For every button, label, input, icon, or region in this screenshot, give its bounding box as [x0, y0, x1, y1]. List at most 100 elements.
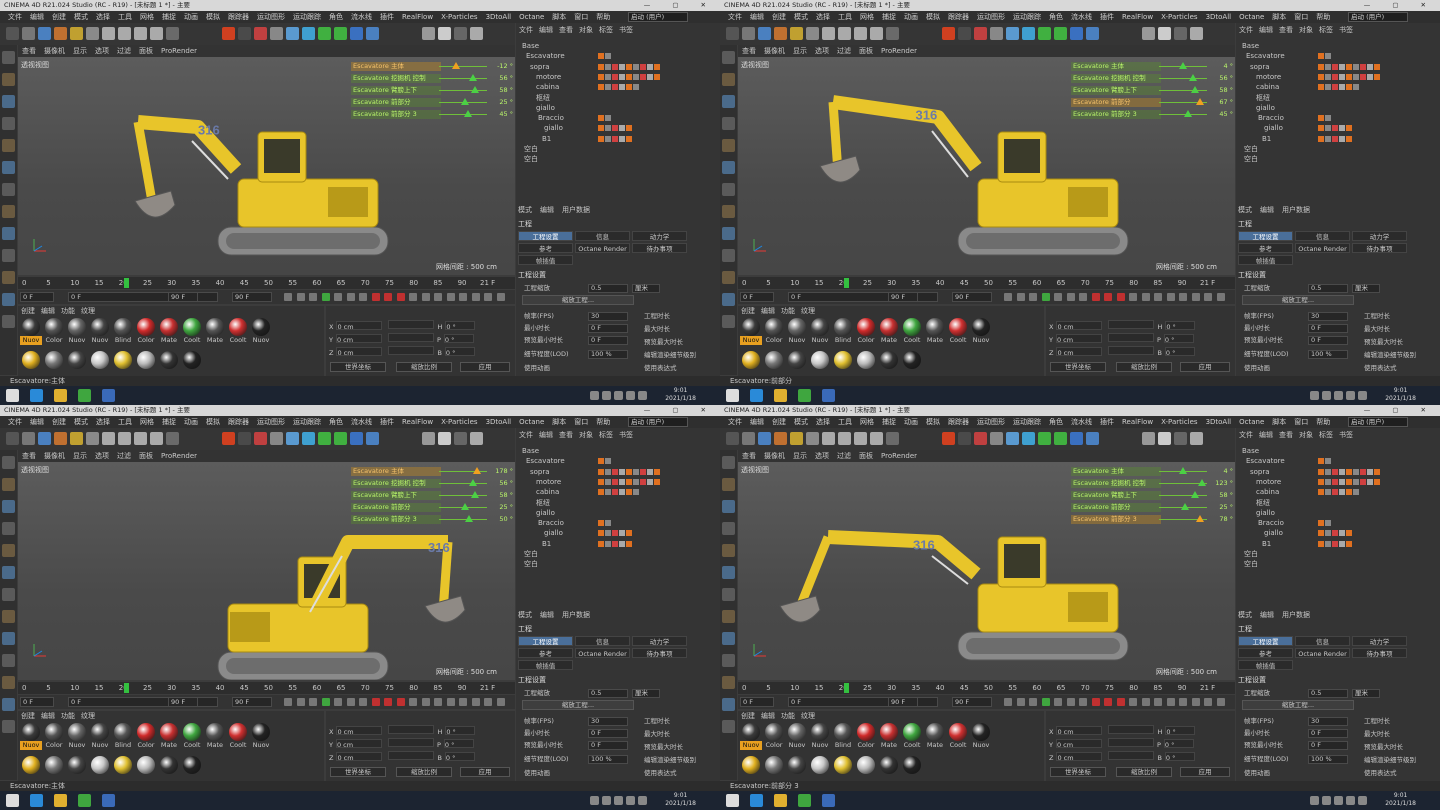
tag-icon[interactable]: [1318, 63, 1324, 70]
tag-icon[interactable]: [1332, 530, 1338, 537]
tag-icon[interactable]: [1325, 489, 1331, 496]
tag-icon[interactable]: [654, 63, 660, 70]
timeline-icon[interactable]: [409, 698, 417, 706]
axis-mode-icon[interactable]: [2, 588, 15, 601]
tag-icon[interactable]: [1318, 530, 1324, 537]
tag-icon[interactable]: [1325, 63, 1331, 70]
timeline-playhead[interactable]: [124, 278, 129, 288]
menu-item[interactable]: 文件: [8, 13, 22, 21]
frame-field[interactable]: 0 F: [20, 697, 54, 707]
menu-item[interactable]: 创建: [772, 418, 786, 426]
coord-size-field[interactable]: [1108, 320, 1155, 329]
coord-size-field[interactable]: [1107, 333, 1154, 342]
sculpt-icon[interactable]: [2, 315, 15, 328]
tag-icon[interactable]: [619, 125, 625, 132]
autokey-icon[interactable]: [384, 293, 392, 301]
attribute-menu-item[interactable]: 用户数据: [562, 611, 590, 619]
rotate-icon[interactable]: [806, 27, 819, 40]
attribute-field[interactable]: 厘米: [632, 283, 660, 293]
system-tray-icon[interactable]: [590, 796, 599, 805]
viewport-menu-item[interactable]: 选项: [95, 47, 109, 55]
menu-item[interactable]: 流水线: [351, 418, 372, 426]
rot-field[interactable]: 0 °: [1164, 752, 1195, 762]
scene-icon[interactable]: [1174, 27, 1187, 40]
attribute-menu-item[interactable]: 模式: [1238, 611, 1252, 619]
attribute-field[interactable]: 100 %: [588, 754, 628, 764]
menu-item[interactable]: 插件: [1100, 418, 1114, 426]
tag-icon[interactable]: [1367, 468, 1373, 475]
viewport-menu-item[interactable]: 查看: [22, 452, 36, 460]
x-axis-icon[interactable]: [822, 27, 835, 40]
material-menu-item[interactable]: 功能: [781, 712, 795, 720]
tag-icon[interactable]: [619, 478, 625, 485]
tag-icon[interactable]: [1325, 135, 1331, 142]
material-swatch[interactable]: Blind: [832, 318, 854, 345]
file-explorer-icon[interactable]: [774, 794, 787, 807]
tag-icon[interactable]: [619, 63, 625, 70]
attribute-menu-item[interactable]: 模式: [518, 206, 532, 214]
menu-item[interactable]: 3DtoAll: [1206, 13, 1232, 21]
rig-slider[interactable]: Escavatore 前部分 3 45 °: [351, 109, 513, 121]
tag-icon[interactable]: [654, 468, 660, 475]
tag-icon[interactable]: [1339, 478, 1345, 485]
viewport[interactable]: 透视视图 316 Escavatore 主体 178 ° Escavatore 挖掘…: [18, 462, 515, 680]
subdivide-icon[interactable]: [1022, 27, 1035, 40]
system-tray-icon[interactable]: [626, 391, 635, 400]
viewport-menu-item[interactable]: 过滤: [117, 47, 131, 55]
menu-item[interactable]: 选择: [816, 418, 830, 426]
menu-item[interactable]: 网格: [140, 418, 154, 426]
object-tree-item[interactable]: giallo: [1256, 508, 1275, 518]
tag-icon[interactable]: [626, 73, 632, 80]
play-icon[interactable]: [1041, 293, 1050, 301]
menu-item[interactable]: 帮助: [596, 418, 610, 426]
render-queue-icon[interactable]: [254, 27, 267, 40]
rot-field[interactable]: 0 °: [443, 334, 474, 344]
timeline-playhead[interactable]: [124, 683, 129, 693]
workplane-icon[interactable]: [722, 500, 735, 513]
viewport-menu-item[interactable]: 显示: [73, 47, 87, 55]
rig-slider-knob[interactable]: [461, 98, 470, 105]
menu-item[interactable]: 模拟: [926, 13, 940, 21]
system-tray-icon[interactable]: [614, 796, 623, 805]
render-queue-icon[interactable]: [254, 432, 267, 445]
viewport-menu-item[interactable]: 摄像机: [764, 452, 785, 460]
menu-item[interactable]: 运动图形: [257, 418, 285, 426]
sculpt-icon[interactable]: [722, 315, 735, 328]
material-swatch[interactable]: Coolt: [901, 318, 923, 345]
key-icon[interactable]: [396, 293, 405, 301]
attribute-field[interactable]: 100 %: [588, 349, 628, 359]
tag-icon[interactable]: [1318, 489, 1324, 496]
solo-icon[interactable]: [722, 249, 735, 262]
menu-item[interactable]: 角色: [1049, 13, 1063, 21]
windows-start-icon[interactable]: [6, 794, 19, 807]
tag-icon[interactable]: [640, 73, 646, 80]
tag-icon[interactable]: [1360, 63, 1366, 70]
tag-icon[interactable]: [1346, 84, 1352, 91]
tag-icon[interactable]: [598, 489, 604, 496]
tag-icon[interactable]: [1332, 489, 1338, 496]
menu-item[interactable]: 工具: [118, 13, 132, 21]
frame-field[interactable]: 90 F: [888, 292, 918, 302]
tag-icon[interactable]: [633, 63, 639, 70]
paint-icon[interactable]: [2, 698, 15, 711]
tag-icon[interactable]: [605, 478, 611, 485]
menu-item[interactable]: X-Particles: [1161, 13, 1197, 21]
menu-item[interactable]: 运动跟踪: [1013, 418, 1041, 426]
tag-icon[interactable]: [1325, 125, 1331, 132]
menu-item[interactable]: 窗口: [1294, 418, 1308, 426]
tag-icon[interactable]: [1339, 84, 1345, 91]
tag-icon[interactable]: [619, 468, 625, 475]
menu-item[interactable]: 运动跟踪: [293, 418, 321, 426]
menu-item[interactable]: 运动图形: [257, 13, 285, 21]
menu-item[interactable]: 捕捉: [162, 13, 176, 21]
system-tray-icon[interactable]: [614, 391, 623, 400]
coord-icon[interactable]: [870, 432, 883, 445]
undo-icon[interactable]: [726, 27, 739, 40]
rot-icon[interactable]: [446, 698, 455, 706]
axis-mode-icon[interactable]: [722, 588, 735, 601]
c4d-icon[interactable]: [102, 389, 115, 402]
pos-icon[interactable]: [434, 698, 442, 706]
rotate-icon[interactable]: [86, 432, 99, 445]
redo-icon[interactable]: [22, 27, 35, 40]
object-tree-item[interactable]: Braccio: [538, 518, 564, 528]
